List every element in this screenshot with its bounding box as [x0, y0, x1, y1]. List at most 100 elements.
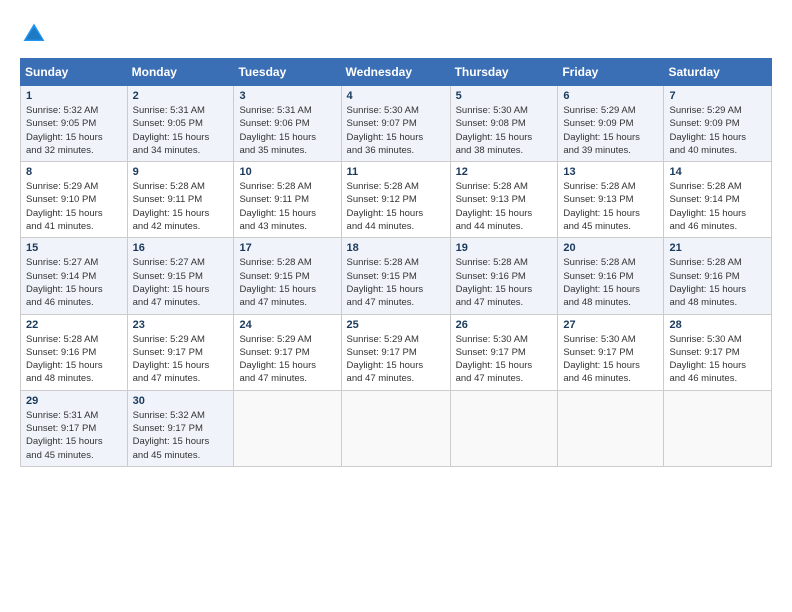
calendar-cell: 29 Sunrise: 5:31 AM Sunset: 9:17 PM Dayli… [21, 390, 128, 466]
day-number: 13 [563, 166, 658, 178]
calendar-cell [234, 390, 341, 466]
calendar-cell: 26 Sunrise: 5:30 AM Sunset: 9:17 PM Dayli… [450, 314, 558, 390]
day-number: 18 [347, 242, 445, 254]
day-info: Sunrise: 5:28 AM Sunset: 9:14 PM Dayligh… [669, 180, 766, 233]
day-info: Sunrise: 5:28 AM Sunset: 9:16 PM Dayligh… [456, 256, 553, 309]
calendar-week-3: 15 Sunrise: 5:27 AM Sunset: 9:14 PM Dayli… [21, 238, 772, 314]
calendar-cell: 4Sunrise: 5:30 AM Sunset: 9:07 PM Daylig… [341, 86, 450, 162]
calendar-cell: 17 Sunrise: 5:28 AM Sunset: 9:15 PM Dayli… [234, 238, 341, 314]
calendar-cell: 16 Sunrise: 5:27 AM Sunset: 9:15 PM Dayli… [127, 238, 234, 314]
day-number: 17 [239, 242, 335, 254]
calendar-cell: 7 Sunrise: 5:29 AM Sunset: 9:09 PM Daylig… [664, 86, 772, 162]
day-info: Sunrise: 5:30 AM Sunset: 9:17 PM Dayligh… [669, 333, 766, 386]
day-info: Sunrise: 5:32 AM Sunset: 9:05 PM Dayligh… [26, 104, 122, 157]
day-info: Sunrise: 5:29 AM Sunset: 9:17 PM Dayligh… [347, 333, 445, 386]
calendar-cell [558, 390, 664, 466]
calendar-cell: 21 Sunrise: 5:28 AM Sunset: 9:16 PM Dayli… [664, 238, 772, 314]
calendar-cell [450, 390, 558, 466]
day-info: Sunrise: 5:28 AM Sunset: 9:13 PM Dayligh… [563, 180, 658, 233]
day-number: 10 [239, 166, 335, 178]
day-info: Sunrise: 5:30 AM Sunset: 9:07 PM Dayligh… [347, 104, 445, 157]
day-info: Sunrise: 5:28 AM Sunset: 9:15 PM Dayligh… [239, 256, 335, 309]
calendar-cell: 30 Sunrise: 5:32 AM Sunset: 9:17 PM Dayli… [127, 390, 234, 466]
col-header-saturday: Saturday [664, 59, 772, 86]
day-info: Sunrise: 5:28 AM Sunset: 9:16 PM Dayligh… [26, 333, 122, 386]
day-number: 21 [669, 242, 766, 254]
day-number: 20 [563, 242, 658, 254]
day-info: Sunrise: 5:28 AM Sunset: 9:15 PM Dayligh… [347, 256, 445, 309]
day-info: Sunrise: 5:28 AM Sunset: 9:13 PM Dayligh… [456, 180, 553, 233]
day-number: 2 [133, 90, 229, 102]
calendar-cell: 11 Sunrise: 5:28 AM Sunset: 9:12 PM Dayli… [341, 162, 450, 238]
day-info: Sunrise: 5:28 AM Sunset: 9:11 PM Dayligh… [133, 180, 229, 233]
day-number: 3 [239, 90, 335, 102]
calendar-cell: 20 Sunrise: 5:28 AM Sunset: 9:16 PM Dayli… [558, 238, 664, 314]
logo-icon [20, 20, 48, 48]
calendar-week-5: 29 Sunrise: 5:31 AM Sunset: 9:17 PM Dayli… [21, 390, 772, 466]
day-number: 15 [26, 242, 122, 254]
day-number: 29 [26, 395, 122, 407]
calendar-cell: 8Sunrise: 5:29 AM Sunset: 9:10 PM Daylig… [21, 162, 128, 238]
day-number: 6 [563, 90, 658, 102]
day-info: Sunrise: 5:31 AM Sunset: 9:17 PM Dayligh… [26, 409, 122, 462]
col-header-tuesday: Tuesday [234, 59, 341, 86]
day-info: Sunrise: 5:31 AM Sunset: 9:06 PM Dayligh… [239, 104, 335, 157]
calendar-week-4: 22 Sunrise: 5:28 AM Sunset: 9:16 PM Dayli… [21, 314, 772, 390]
day-number: 19 [456, 242, 553, 254]
calendar-cell: 10 Sunrise: 5:28 AM Sunset: 9:11 PM Dayli… [234, 162, 341, 238]
calendar-cell: 18 Sunrise: 5:28 AM Sunset: 9:15 PM Dayli… [341, 238, 450, 314]
day-info: Sunrise: 5:29 AM Sunset: 9:10 PM Dayligh… [26, 180, 122, 233]
calendar-cell [664, 390, 772, 466]
calendar-cell: 5 Sunrise: 5:30 AM Sunset: 9:08 PM Daylig… [450, 86, 558, 162]
day-info: Sunrise: 5:30 AM Sunset: 9:08 PM Dayligh… [456, 104, 553, 157]
day-info: Sunrise: 5:28 AM Sunset: 9:12 PM Dayligh… [347, 180, 445, 233]
day-info: Sunrise: 5:31 AM Sunset: 9:05 PM Dayligh… [133, 104, 229, 157]
calendar-cell: 1 Sunrise: 5:32 AM Sunset: 9:05 PM Daylig… [21, 86, 128, 162]
calendar-cell: 12Sunrise: 5:28 AM Sunset: 9:13 PM Dayli… [450, 162, 558, 238]
calendar-cell: 19 Sunrise: 5:28 AM Sunset: 9:16 PM Dayli… [450, 238, 558, 314]
day-number: 25 [347, 319, 445, 331]
day-number: 28 [669, 319, 766, 331]
col-header-monday: Monday [127, 59, 234, 86]
day-number: 27 [563, 319, 658, 331]
day-info: Sunrise: 5:29 AM Sunset: 9:09 PM Dayligh… [669, 104, 766, 157]
day-number: 26 [456, 319, 553, 331]
calendar-week-2: 8Sunrise: 5:29 AM Sunset: 9:10 PM Daylig… [21, 162, 772, 238]
calendar-cell: 22 Sunrise: 5:28 AM Sunset: 9:16 PM Dayli… [21, 314, 128, 390]
day-number: 30 [133, 395, 229, 407]
calendar-cell: 13 Sunrise: 5:28 AM Sunset: 9:13 PM Dayli… [558, 162, 664, 238]
day-info: Sunrise: 5:30 AM Sunset: 9:17 PM Dayligh… [563, 333, 658, 386]
day-info: Sunrise: 5:28 AM Sunset: 9:16 PM Dayligh… [669, 256, 766, 309]
col-header-sunday: Sunday [21, 59, 128, 86]
col-header-wednesday: Wednesday [341, 59, 450, 86]
calendar-cell: 2 Sunrise: 5:31 AM Sunset: 9:05 PM Daylig… [127, 86, 234, 162]
day-number: 22 [26, 319, 122, 331]
col-header-friday: Friday [558, 59, 664, 86]
calendar-cell: 24Sunrise: 5:29 AM Sunset: 9:17 PM Dayli… [234, 314, 341, 390]
day-number: 9 [133, 166, 229, 178]
calendar-cell: 27 Sunrise: 5:30 AM Sunset: 9:17 PM Dayli… [558, 314, 664, 390]
day-number: 7 [669, 90, 766, 102]
day-number: 23 [133, 319, 229, 331]
day-info: Sunrise: 5:30 AM Sunset: 9:17 PM Dayligh… [456, 333, 553, 386]
calendar-cell: 25 Sunrise: 5:29 AM Sunset: 9:17 PM Dayli… [341, 314, 450, 390]
day-info: Sunrise: 5:27 AM Sunset: 9:14 PM Dayligh… [26, 256, 122, 309]
day-number: 5 [456, 90, 553, 102]
day-info: Sunrise: 5:28 AM Sunset: 9:16 PM Dayligh… [563, 256, 658, 309]
day-number: 16 [133, 242, 229, 254]
calendar-table: SundayMondayTuesdayWednesdayThursdayFrid… [20, 58, 772, 467]
day-info: Sunrise: 5:29 AM Sunset: 9:17 PM Dayligh… [239, 333, 335, 386]
day-info: Sunrise: 5:32 AM Sunset: 9:17 PM Dayligh… [133, 409, 229, 462]
calendar-cell: 15 Sunrise: 5:27 AM Sunset: 9:14 PM Dayli… [21, 238, 128, 314]
calendar-cell: 6Sunrise: 5:29 AM Sunset: 9:09 PM Daylig… [558, 86, 664, 162]
col-header-thursday: Thursday [450, 59, 558, 86]
day-number: 11 [347, 166, 445, 178]
calendar-cell: 28 Sunrise: 5:30 AM Sunset: 9:17 PM Dayli… [664, 314, 772, 390]
day-number: 1 [26, 90, 122, 102]
day-info: Sunrise: 5:27 AM Sunset: 9:15 PM Dayligh… [133, 256, 229, 309]
day-info: Sunrise: 5:28 AM Sunset: 9:11 PM Dayligh… [239, 180, 335, 233]
calendar-cell: 14Sunrise: 5:28 AM Sunset: 9:14 PM Dayli… [664, 162, 772, 238]
calendar-cell [341, 390, 450, 466]
column-headers: SundayMondayTuesdayWednesdayThursdayFrid… [21, 59, 772, 86]
day-info: Sunrise: 5:29 AM Sunset: 9:17 PM Dayligh… [133, 333, 229, 386]
